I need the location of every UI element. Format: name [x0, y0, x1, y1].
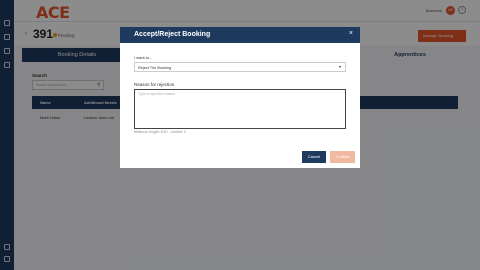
cancel-button[interactable]: Cancel: [302, 151, 326, 163]
action-select-label: I want to...: [134, 55, 153, 60]
action-select[interactable]: Reject The Booking ▾: [134, 62, 346, 72]
modal-header: Accept/Reject Booking ×: [120, 27, 360, 43]
confirm-button[interactable]: Confirm: [330, 151, 355, 163]
action-select-value: Reject The Booking: [138, 65, 172, 70]
reason-label: Reason for rejection: [134, 82, 175, 87]
chevron-down-icon: ▾: [338, 64, 341, 69]
accept-reject-modal: Accept/Reject Booking × I want to... Rej…: [120, 27, 360, 168]
modal-title: Accept/Reject Booking: [134, 31, 211, 38]
close-icon[interactable]: ×: [349, 30, 353, 37]
reason-textarea[interactable]: Type in rejection reason: [134, 89, 346, 129]
reason-hint: Minimum length: 5/10 - Limited: 0: [134, 130, 186, 134]
